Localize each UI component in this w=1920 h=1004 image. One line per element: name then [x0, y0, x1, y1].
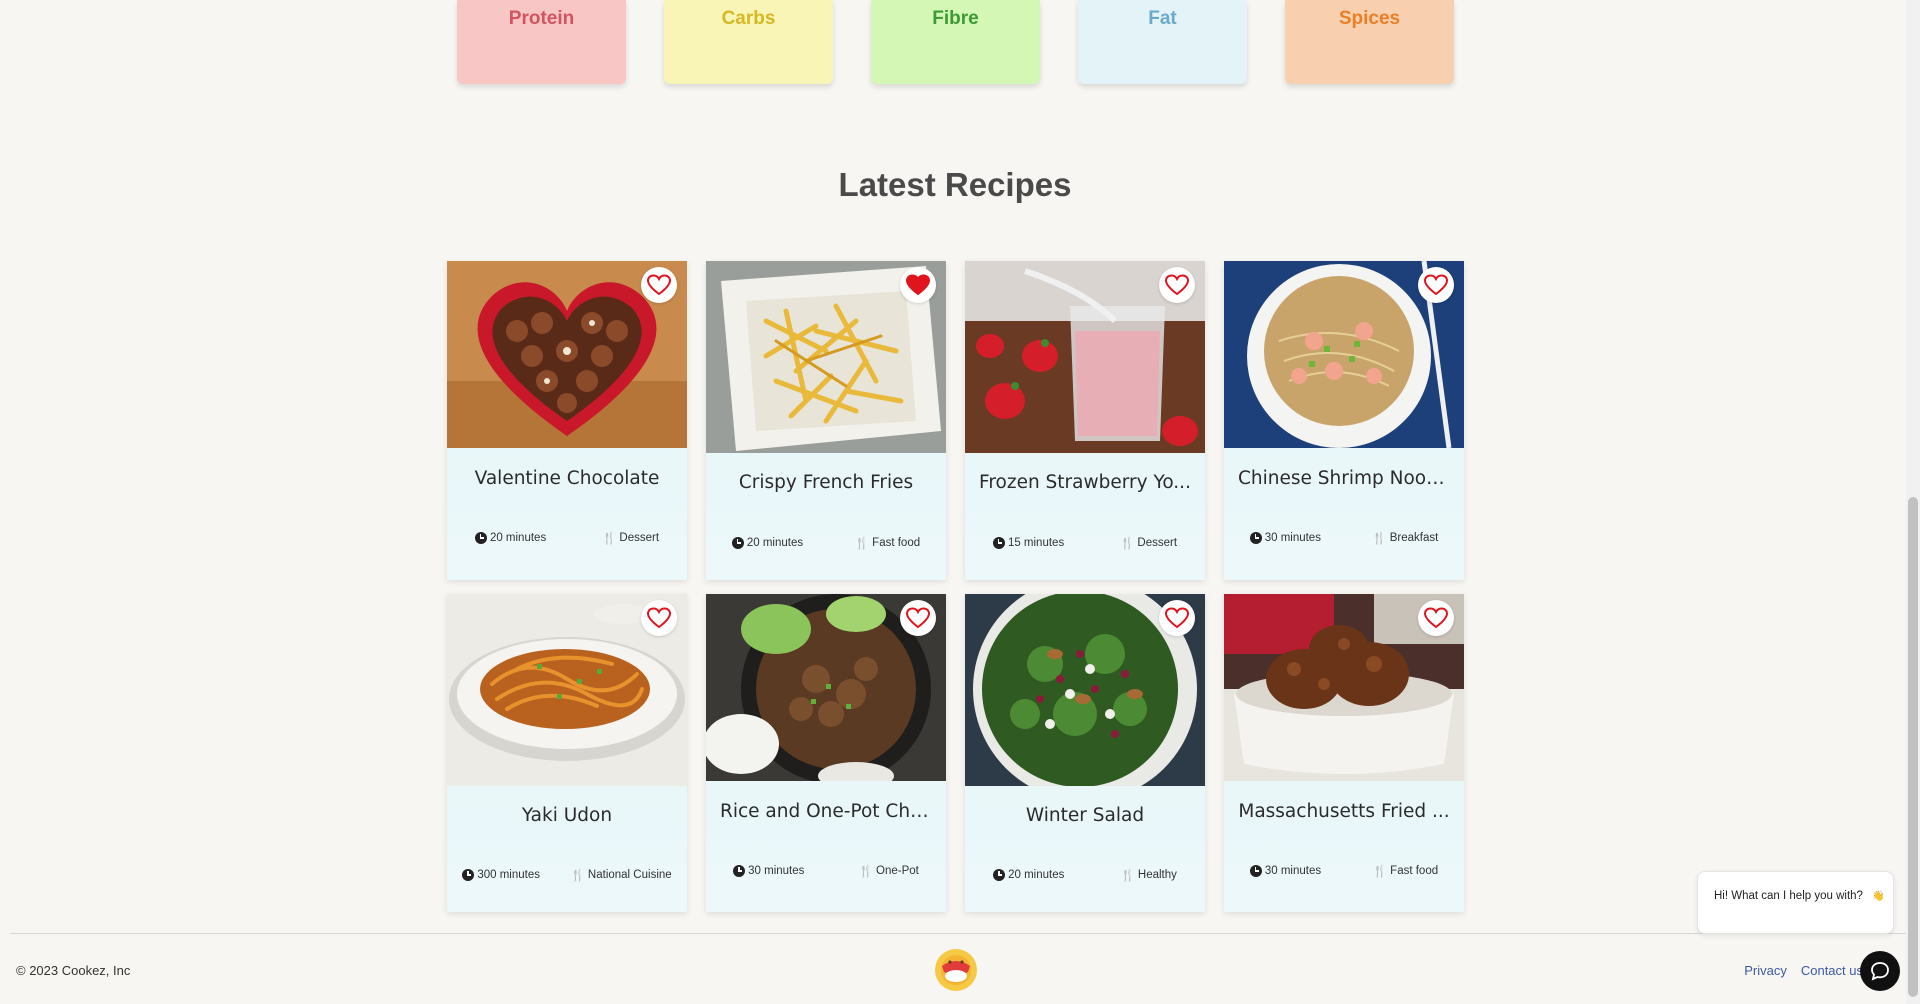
clock-icon — [731, 537, 744, 549]
recipe-meta: 20 minutes 🍴 Healthy — [965, 868, 1205, 882]
recipe-category: Healthy — [1137, 869, 1177, 881]
recipe-title[interactable]: Crispy French Fries — [706, 472, 946, 493]
recipe-card[interactable]: Massachusetts Fried ... 30 minutes 🍴 Fast… — [1224, 594, 1464, 912]
footer-copyright: © 2023 Cookez, Inc — [16, 963, 131, 978]
category-carbs[interactable]: Carbs — [664, 0, 833, 84]
heart-outline-icon — [1165, 607, 1189, 629]
recipe-time: 20 minutes — [1008, 869, 1065, 881]
recipe-card[interactable]: Valentine Chocolate 20 minutes 🍴 Dessert — [447, 261, 687, 580]
recipe-grid: Valentine Chocolate 20 minutes 🍴Dessert — [447, 261, 1464, 912]
section-title: Latest Recipes — [838, 166, 1072, 203]
page-scrollbar[interactable] — [1906, 0, 1920, 1004]
heart-outline-icon — [647, 274, 671, 296]
recipe-card[interactable]: Chinese Shrimp Nood... 30 minutes 🍴 Break… — [1224, 261, 1464, 580]
footer-divider — [10, 933, 1910, 934]
clock-icon — [733, 865, 746, 877]
favorite-button[interactable] — [900, 267, 936, 303]
wave-icon: 👋 — [1872, 891, 1885, 902]
recipe-meta: 300 minutes 🍴 National Cuisine — [447, 868, 687, 882]
clock-icon — [474, 532, 487, 544]
cookez-logo-icon[interactable] — [934, 948, 978, 992]
heart-outline-icon — [647, 607, 671, 629]
recipe-meta: 20 minutes 🍴 Dessert — [447, 531, 687, 545]
cutlery-icon: 🍴 — [1120, 538, 1135, 550]
recipe-time: 30 minutes — [1264, 865, 1322, 877]
cutlery-icon: 🍴 — [1372, 866, 1388, 878]
favorite-button[interactable] — [641, 600, 677, 636]
chat-greeting-bubble: Hi! What can I help you with? 👋 — [1697, 871, 1894, 934]
heart-outline-icon — [1165, 274, 1189, 296]
cutlery-icon: 🍴 — [1372, 533, 1387, 545]
recipe-time: 15 minutes — [1007, 537, 1065, 549]
recipe-title[interactable]: Valentine Chocolate — [447, 468, 687, 489]
heart-filled-icon — [906, 274, 930, 296]
chat-greeting-text: Hi! What can I help you with? — [1714, 890, 1863, 902]
recipe-category: Dessert — [619, 532, 660, 544]
favorite-button[interactable] — [1418, 600, 1454, 636]
recipe-card[interactable]: Frozen Strawberry Yo... 15 minutes 🍴 Dess… — [965, 261, 1205, 580]
favorite-button[interactable] — [900, 600, 936, 636]
cutlery-icon: 🍴 — [1120, 870, 1135, 882]
recipe-meta: 30 minutes 🍴 Breakfast — [1224, 531, 1464, 545]
scrollbar-thumb[interactable] — [1908, 497, 1918, 997]
recipe-time: 30 minutes — [1264, 532, 1321, 544]
recipe-title[interactable]: Rice and One-Pot Chi... — [706, 801, 946, 822]
category-spices[interactable]: Spices — [1285, 0, 1454, 84]
recipe-time: 20 minutes — [489, 532, 547, 544]
favorite-button[interactable] — [1159, 600, 1195, 636]
cutlery-icon: 🍴 — [570, 870, 585, 882]
heart-outline-icon — [906, 607, 930, 629]
chat-open-button[interactable] — [1860, 951, 1900, 991]
privacy-link[interactable]: Privacy — [1744, 963, 1787, 978]
recipe-category: One-Pot — [876, 865, 919, 877]
recipe-category: Fast food — [872, 537, 921, 549]
category-fibre[interactable]: Fibre — [871, 0, 1040, 84]
recipe-title[interactable]: Yaki Udon — [447, 805, 687, 826]
clock-icon — [1249, 532, 1262, 544]
heart-outline-icon — [1424, 607, 1448, 629]
recipe-title[interactable]: Frozen Strawberry Yo... — [965, 472, 1205, 493]
recipe-card[interactable]: Yaki Udon 300 minutes 🍴 National Cuisine — [447, 594, 687, 912]
clock-icon — [1249, 865, 1262, 877]
recipe-title[interactable]: Chinese Shrimp Nood... — [1224, 468, 1464, 489]
favorite-button[interactable] — [641, 267, 677, 303]
recipe-time: 20 minutes — [746, 537, 804, 549]
recipe-time: 300 minutes — [477, 869, 540, 881]
clock-icon — [462, 869, 475, 881]
contact-us-link[interactable]: Contact us — [1801, 963, 1863, 978]
recipe-category: Dessert — [1137, 537, 1178, 549]
recipe-meta: 15 minutes 🍴 Dessert — [965, 536, 1205, 550]
recipe-meta: 30 minutes 🍴 Fast food — [1224, 864, 1464, 878]
recipe-category: Fast food — [1390, 865, 1439, 877]
clock-icon — [992, 537, 1005, 549]
recipe-meta: 20 minutes 🍴 Fast food — [706, 536, 946, 550]
cutlery-icon: 🍴 — [602, 533, 617, 545]
favorite-button[interactable] — [1159, 267, 1195, 303]
recipe-category: Breakfast — [1389, 532, 1439, 544]
favorite-button[interactable] — [1418, 267, 1454, 303]
recipe-meta: 30 minutes 🍴 One-Pot — [706, 864, 946, 878]
cutlery-icon: 🍴 — [858, 866, 874, 878]
recipe-card[interactable]: Winter Salad 20 minutes 🍴 Healthy — [965, 594, 1205, 912]
category-tiles: Protein Carbs Fibre Fat Spices — [457, 0, 1454, 84]
recipe-time: 30 minutes — [748, 865, 805, 877]
cutlery-icon: 🍴 — [854, 538, 870, 550]
footer-links: Privacy Contact us — [1744, 963, 1863, 978]
recipe-category: National Cuisine — [587, 869, 672, 881]
recipe-card[interactable]: Crispy French Fries 20 minutes 🍴 Fast foo… — [706, 261, 946, 580]
clock-icon — [993, 869, 1006, 881]
recipe-title[interactable]: Massachusetts Fried ... — [1224, 801, 1464, 822]
category-protein[interactable]: Protein — [457, 0, 626, 84]
recipe-title[interactable]: Winter Salad — [965, 805, 1205, 826]
chat-icon — [1871, 962, 1889, 981]
category-fat[interactable]: Fat — [1078, 0, 1247, 84]
recipe-card[interactable]: Rice and One-Pot Chi... 30 minutes 🍴 One-… — [706, 594, 946, 912]
heart-outline-icon — [1424, 274, 1448, 296]
